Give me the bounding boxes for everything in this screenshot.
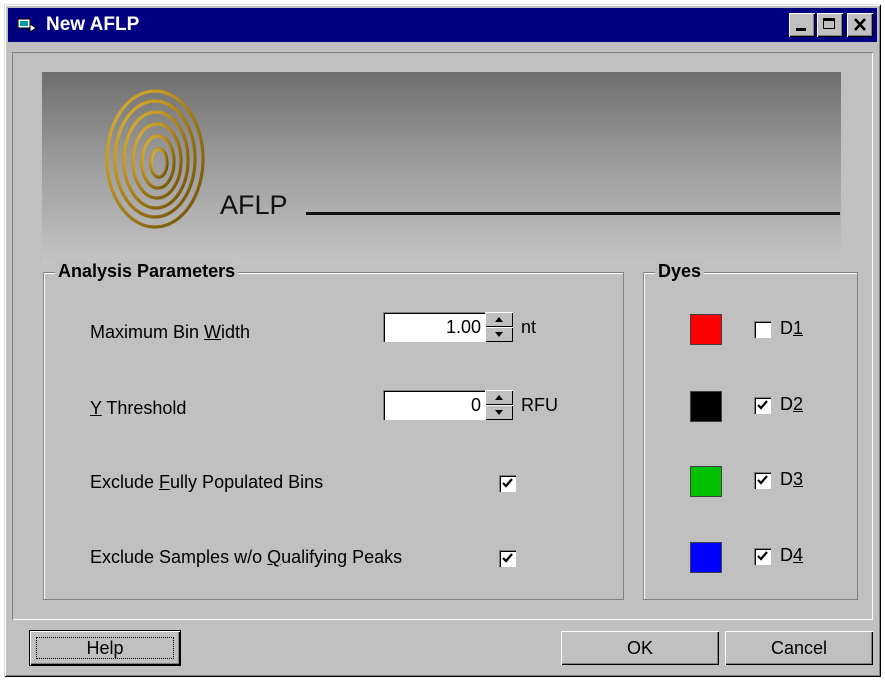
maximize-icon [823, 18, 835, 29]
ok-button[interactable]: OK [561, 631, 719, 665]
y-threshold-unit: RFU [521, 394, 558, 415]
checkmark-icon [502, 553, 513, 563]
dye-2-label: D2 [780, 394, 804, 414]
dye-1-checkbox[interactable] [754, 321, 771, 338]
checkmark-icon [757, 400, 768, 410]
max-bin-width-up-button[interactable] [485, 312, 513, 327]
dye-2-swatch [690, 391, 722, 422]
max-bin-width-unit: nt [521, 316, 537, 337]
exclude-samples-checkbox[interactable] [499, 550, 516, 567]
dye-4-checkbox[interactable] [754, 548, 771, 565]
y-threshold-label: Y Threshold [90, 398, 187, 418]
max-bin-width-input[interactable] [383, 312, 485, 342]
dyes-title: Dyes [655, 261, 705, 282]
arrow-up-icon [495, 317, 503, 322]
title-bar[interactable]: New AFLP [8, 8, 877, 42]
cancel-button[interactable]: Cancel [725, 631, 873, 665]
exclude-fully-populated-label: Exclude Fully Populated Bins [90, 472, 324, 492]
window-title: New AFLP [46, 14, 140, 35]
checkmark-icon [757, 551, 768, 561]
banner-title: AFLP [220, 190, 288, 220]
max-bin-width-label: Maximum Bin Width [90, 322, 251, 342]
exclude-samples-label: Exclude Samples w/o Qualifying Peaks [90, 547, 403, 567]
exclude-fully-populated-checkbox[interactable] [499, 475, 516, 492]
close-button[interactable] [847, 13, 873, 37]
arrow-down-icon [495, 410, 503, 415]
dye-1-label: D1 [780, 318, 804, 338]
dyes-group: Dyes D1 D2 D3 D4 [643, 261, 858, 600]
minimize-button[interactable] [789, 13, 815, 37]
max-bin-width-down-button[interactable] [485, 327, 513, 342]
checkmark-icon [757, 475, 768, 485]
dye-2-checkbox[interactable] [754, 397, 771, 414]
arrow-down-icon [495, 332, 503, 337]
focus-rectangle [36, 637, 174, 659]
checkmark-icon [502, 478, 513, 488]
ok-button-label: OK [626, 637, 653, 658]
minimize-icon [796, 28, 806, 31]
fingerprint-icon [105, 89, 205, 229]
dye-3-swatch [690, 466, 722, 497]
close-icon [854, 18, 866, 31]
dye-3-checkbox[interactable] [754, 472, 771, 489]
analysis-parameters-group: Analysis Parameters Maximum Bin Width nt… [43, 261, 624, 600]
dye-4-label: D4 [780, 545, 804, 565]
dye-3-label: D3 [780, 469, 804, 489]
y-threshold-spinner: RFU [383, 390, 558, 420]
y-threshold-down-button[interactable] [485, 405, 513, 420]
dye-1-swatch [690, 314, 722, 345]
analysis-parameters-title: Analysis Parameters [55, 261, 239, 282]
app-icon [17, 18, 37, 33]
help-button[interactable]: Help [30, 631, 180, 665]
max-bin-width-spinner: nt [383, 312, 536, 342]
cancel-button-label: Cancel [770, 637, 828, 658]
header-banner: AFLP [42, 72, 841, 264]
banner-underline [306, 212, 840, 215]
dye-4-swatch [690, 542, 722, 573]
arrow-up-icon [495, 395, 503, 400]
y-threshold-up-button[interactable] [485, 390, 513, 405]
dialog-window: New AFLP AFLP Analysis Parameters Maximu… [4, 4, 881, 677]
maximize-button[interactable] [817, 13, 843, 37]
y-threshold-input[interactable] [383, 390, 485, 420]
